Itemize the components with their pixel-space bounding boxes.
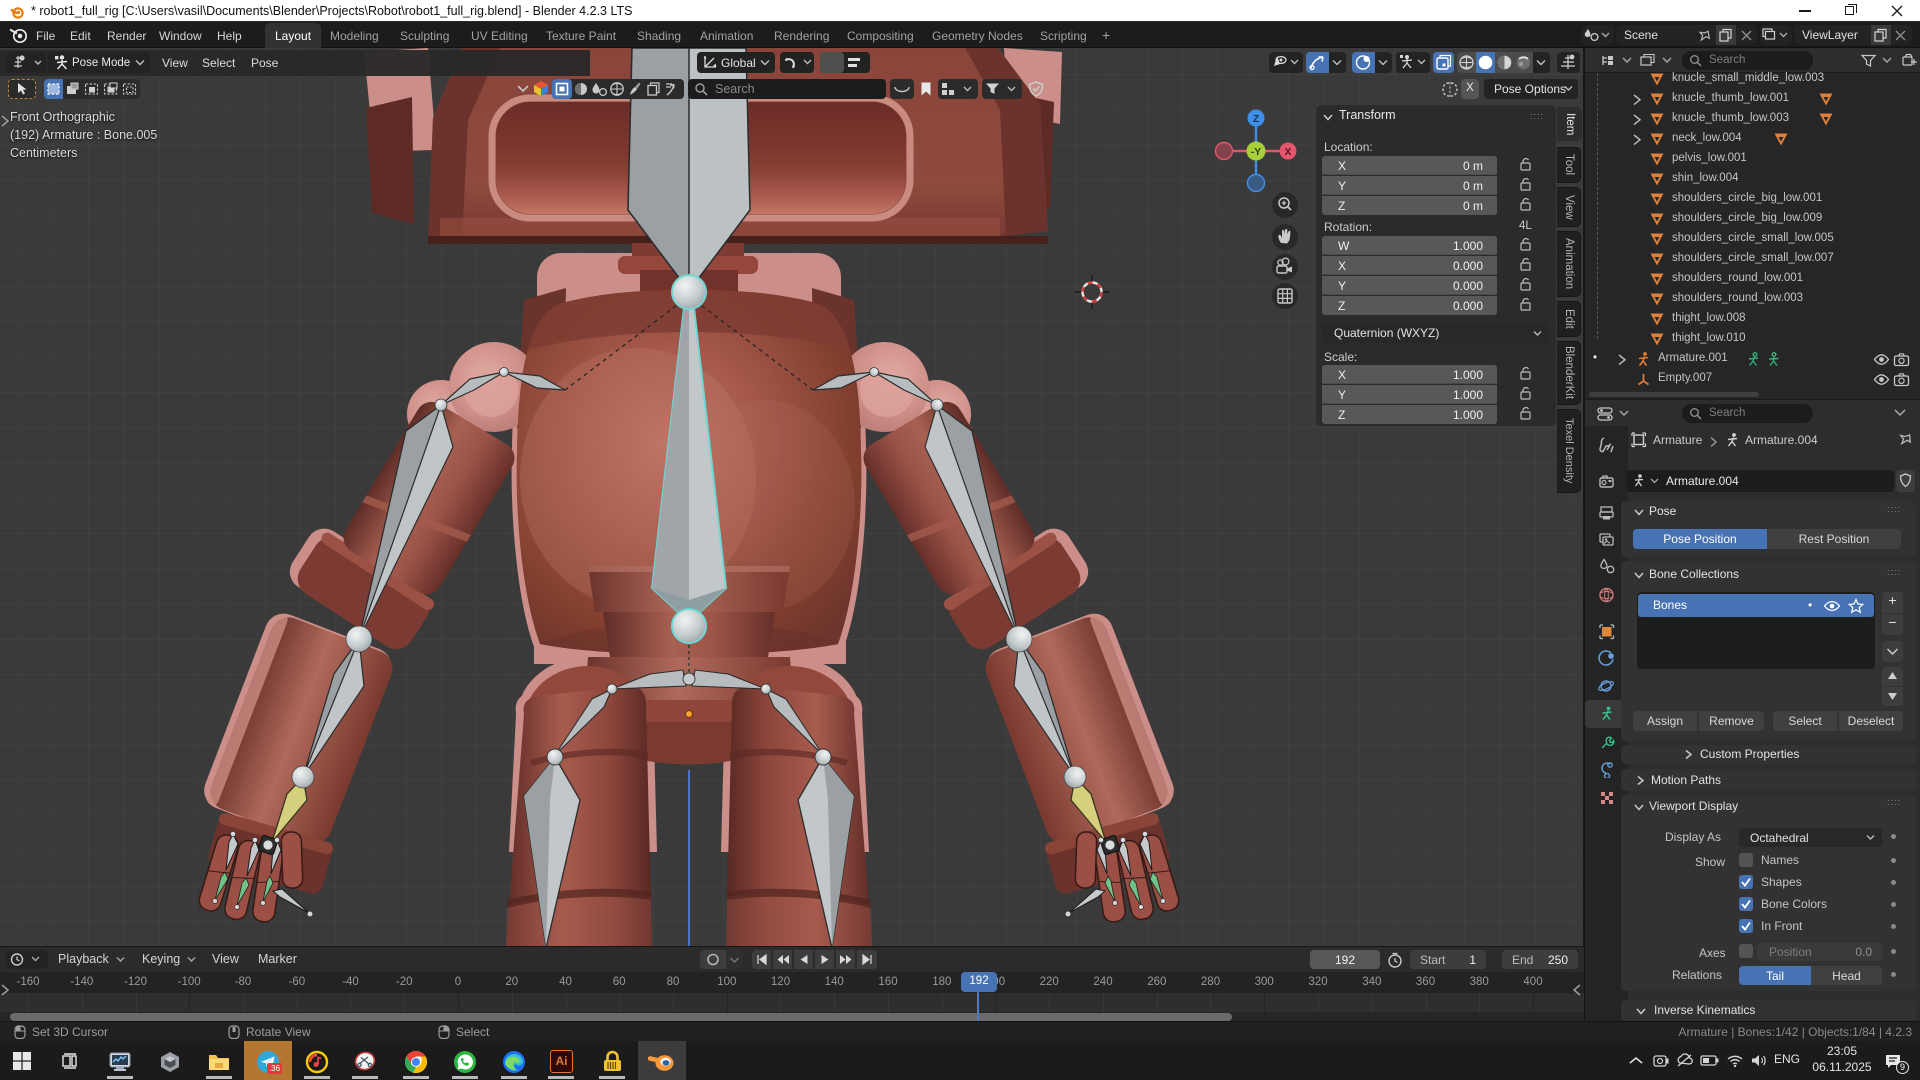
svg-text:X: X: [1285, 147, 1292, 158]
svg-text:Z: Z: [1253, 114, 1259, 125]
svg-text:-Y: -Y: [1251, 147, 1261, 158]
